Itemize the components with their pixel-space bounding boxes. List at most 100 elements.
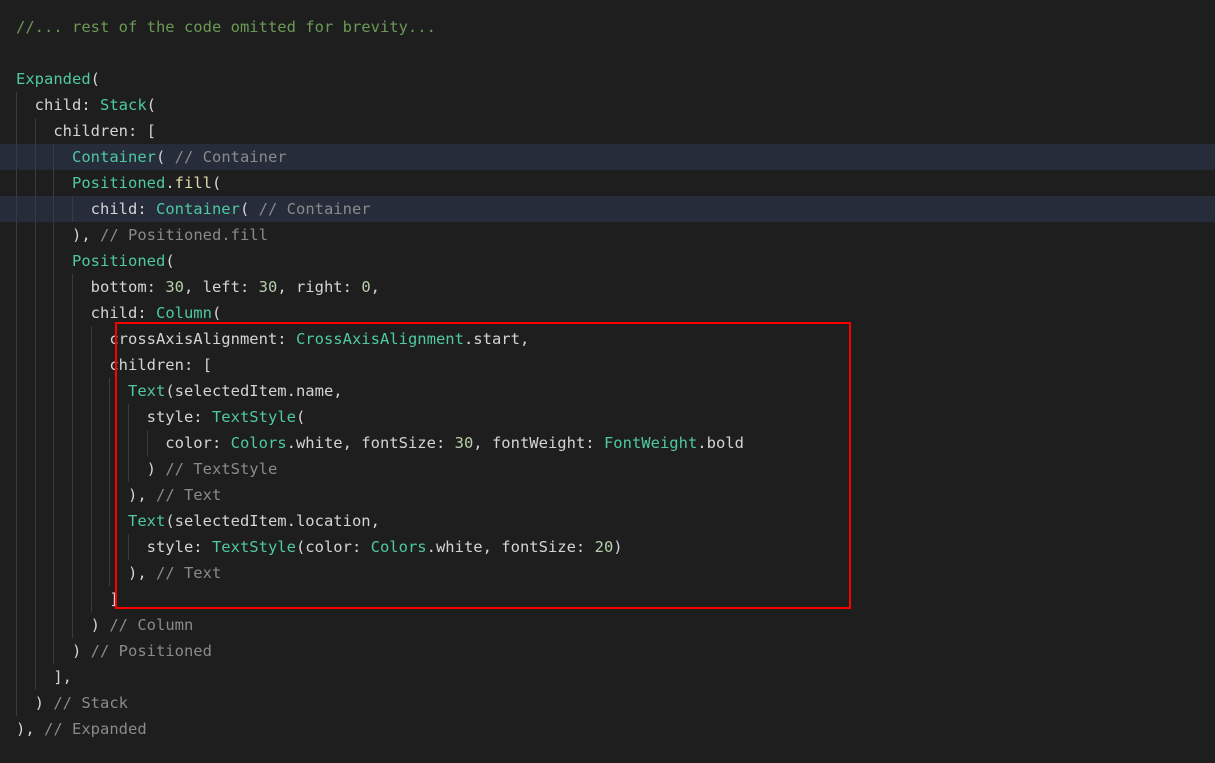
code-token: child: <box>16 96 100 114</box>
code-token: ) <box>16 642 91 660</box>
code-token: ) <box>613 538 623 556</box>
code-token: child: <box>16 304 156 322</box>
code-token: FontWeight <box>603 434 698 452</box>
code-line-text: Text(selectedItem.location, <box>0 508 1215 534</box>
code-line[interactable]: bottom: 30, left: 30, right: 0, <box>0 274 1215 300</box>
code-token: Container <box>72 148 156 166</box>
code-line[interactable]: ) // TextStyle <box>0 456 1215 482</box>
code-token: .bold <box>697 434 744 452</box>
code-line-text: ), // Expanded <box>0 716 1215 742</box>
code-line[interactable]: ) // Stack <box>0 690 1215 716</box>
code-token: // Text <box>155 564 222 582</box>
code-line[interactable]: ], <box>0 664 1215 690</box>
code-token: ) <box>16 616 110 634</box>
code-token: 30 <box>165 278 184 296</box>
code-token: , right: <box>277 278 362 296</box>
code-token: Colors <box>370 538 427 556</box>
code-token: ), <box>16 564 156 582</box>
code-line[interactable]: //... rest of the code omitted for brevi… <box>0 14 1215 40</box>
code-token: child: <box>16 200 156 218</box>
code-line-text: ), // Text <box>0 560 1215 586</box>
code-line[interactable]: children: [ <box>0 352 1215 378</box>
code-line[interactable]: style: TextStyle( <box>0 404 1215 430</box>
code-token: fill <box>174 174 212 192</box>
code-token: ( <box>146 96 157 114</box>
code-line[interactable]: ] <box>0 586 1215 612</box>
code-line[interactable]: color: Colors.white, fontSize: 30, fontW… <box>0 430 1215 456</box>
code-token: , left: <box>183 278 259 296</box>
code-line[interactable]: ), // Expanded <box>0 716 1215 742</box>
code-line-text: Container( // Container <box>0 144 1215 170</box>
code-token: ( <box>156 148 175 166</box>
code-line-text: ) // Stack <box>0 690 1215 716</box>
code-line[interactable]: Expanded( <box>0 66 1215 92</box>
code-line[interactable]: Positioned.fill( <box>0 170 1215 196</box>
code-line[interactable]: Text(selectedItem.location, <box>0 508 1215 534</box>
code-line[interactable]: ) // Positioned <box>0 638 1215 664</box>
code-token: 0 <box>361 278 371 296</box>
code-line[interactable]: ) // Column <box>0 612 1215 638</box>
code-line[interactable]: child: Stack( <box>0 92 1215 118</box>
code-token: Text <box>127 512 166 530</box>
code-token: // Container <box>174 148 287 166</box>
code-line-text: Expanded( <box>0 66 1215 92</box>
code-token: ( <box>211 304 222 322</box>
code-token: (selectedItem.name, <box>165 382 343 400</box>
code-token: , fontWeight: <box>473 434 604 452</box>
code-line[interactable]: ), // Text <box>0 560 1215 586</box>
code-line[interactable]: crossAxisAlignment: CrossAxisAlignment.s… <box>0 326 1215 352</box>
code-line-text: crossAxisAlignment: CrossAxisAlignment.s… <box>0 326 1215 352</box>
code-token: ( <box>165 252 175 270</box>
code-token: ) <box>16 694 54 712</box>
code-token: Expanded <box>16 70 91 88</box>
code-token: 30 <box>258 278 278 296</box>
code-token: ], <box>16 668 72 686</box>
code-editor[interactable]: //... rest of the code omitted for brevi… <box>0 0 1215 763</box>
code-surface[interactable]: //... rest of the code omitted for brevi… <box>0 0 1215 763</box>
code-line[interactable]: ), // Positioned.fill <box>0 222 1215 248</box>
code-line[interactable]: child: Column( <box>0 300 1215 326</box>
code-line[interactable]: Positioned( <box>0 248 1215 274</box>
code-token: color: <box>16 434 231 452</box>
code-token: Container <box>155 200 240 218</box>
code-token: ) <box>16 460 166 478</box>
code-line-text: ) // Column <box>0 612 1215 638</box>
code-token: // Stack <box>53 694 128 712</box>
code-line[interactable]: ), // Text <box>0 482 1215 508</box>
code-token: // Positioned.fill <box>100 226 268 244</box>
code-line-text: ) // TextStyle <box>0 456 1215 482</box>
code-line[interactable]: children: [ <box>0 118 1215 144</box>
code-line[interactable] <box>0 40 1215 66</box>
code-token: bottom: <box>16 278 166 296</box>
code-token: // Text <box>155 486 222 504</box>
code-line-text: ] <box>0 586 1215 612</box>
code-token: Text <box>127 382 166 400</box>
code-token: , <box>370 278 380 296</box>
code-token: ] <box>16 590 119 608</box>
code-token: ), <box>16 486 156 504</box>
code-token: ( <box>212 174 222 192</box>
code-token: Column <box>155 304 212 322</box>
code-token: crossAxisAlignment: <box>16 330 296 348</box>
code-token: .start, <box>463 330 530 348</box>
code-line-text: bottom: 30, left: 30, right: 0, <box>0 274 1215 300</box>
code-token: .white, fontSize: <box>426 538 595 556</box>
code-line-text: Positioned( <box>0 248 1215 274</box>
code-token: ( <box>295 408 306 426</box>
code-line-text: child: Column( <box>0 300 1215 326</box>
code-line[interactable]: style: TextStyle(color: Colors.white, fo… <box>0 534 1215 560</box>
code-line[interactable]: Container( // Container <box>0 144 1215 170</box>
code-line-text: color: Colors.white, fontSize: 30, fontW… <box>0 430 1215 456</box>
code-line[interactable]: Text(selectedItem.name, <box>0 378 1215 404</box>
code-line-text: ), // Positioned.fill <box>0 222 1215 248</box>
code-token: TextStyle <box>211 408 296 426</box>
code-token: Positioned <box>72 174 166 192</box>
code-line-text: ], <box>0 664 1215 690</box>
code-token: children: [ <box>16 356 212 374</box>
code-line[interactable]: child: Container( // Container <box>0 196 1215 222</box>
code-token: .white, fontSize: <box>286 434 455 452</box>
